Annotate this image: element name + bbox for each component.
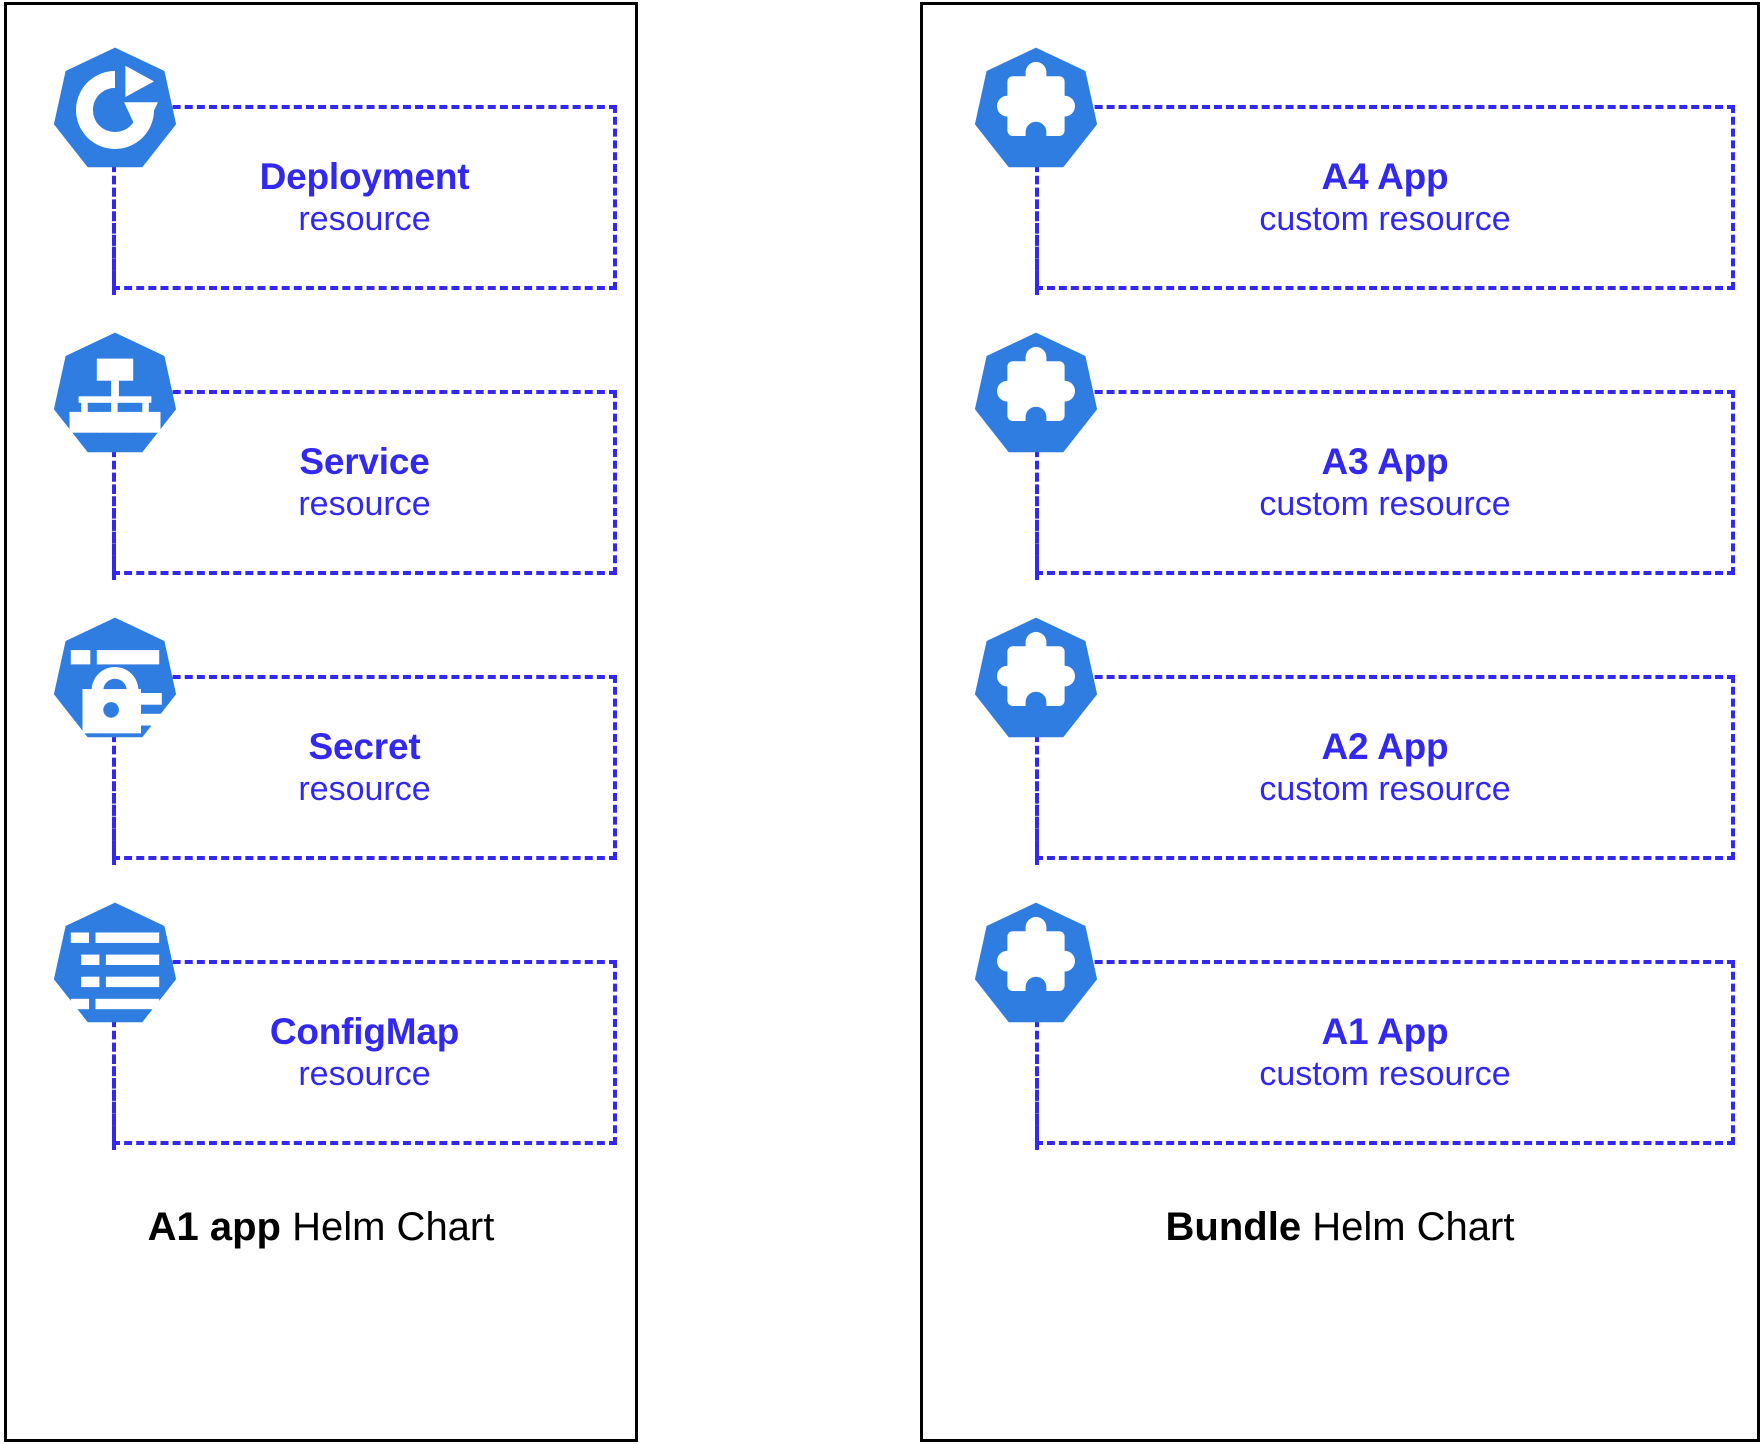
resource-title: A3 App xyxy=(1321,441,1449,483)
helm-chart-panel-bundle: A4 App custom resource A3 App custom res… xyxy=(920,2,1760,1442)
resource-row-a1-app: A1 App custom resource xyxy=(923,860,1757,1150)
resource-row-a4-app: A4 App custom resource xyxy=(923,5,1757,295)
resource-row-service: Service resource xyxy=(7,290,635,580)
resource-subtitle: custom resource xyxy=(1259,769,1511,808)
resource-title: A4 App xyxy=(1321,156,1449,198)
custom-resource-puzzle-icon xyxy=(971,330,1101,460)
resource-subtitle: custom resource xyxy=(1259,484,1511,523)
resource-subtitle: resource xyxy=(298,1054,431,1093)
panel-caption-rest: Helm Chart xyxy=(1301,1205,1515,1249)
custom-resource-puzzle-icon xyxy=(971,900,1101,1030)
diagram-canvas: Deployment resource Service resource Sec… xyxy=(0,0,1764,1444)
panel-caption-a1-app: A1 app Helm Chart xyxy=(7,1205,635,1250)
service-icon xyxy=(50,330,180,460)
panel-caption-bold: Bundle xyxy=(1165,1205,1302,1249)
custom-resource-puzzle-icon xyxy=(971,45,1101,175)
resource-subtitle: custom resource xyxy=(1259,199,1511,238)
resource-row-deployment: Deployment resource xyxy=(7,5,635,295)
resource-title: A2 App xyxy=(1321,726,1449,768)
resource-subtitle: resource xyxy=(298,769,431,808)
resource-box-a4-app: A4 App custom resource xyxy=(1035,105,1735,290)
resource-box-service: Service resource xyxy=(112,390,617,575)
resource-box-a3-app: A3 App custom resource xyxy=(1035,390,1735,575)
resource-box-a2-app: A2 App custom resource xyxy=(1035,675,1735,860)
resource-box-deployment: Deployment resource xyxy=(112,105,617,290)
resource-title: Secret xyxy=(308,726,421,768)
resource-title: Deployment xyxy=(259,156,470,198)
resource-row-a2-app: A2 App custom resource xyxy=(923,575,1757,865)
panel-caption-rest: Helm Chart xyxy=(280,1205,495,1249)
configmap-icon xyxy=(50,900,180,1030)
resource-subtitle: resource xyxy=(298,484,431,523)
panel-caption-bold: A1 app xyxy=(147,1205,281,1249)
resource-title: ConfigMap xyxy=(269,1011,460,1053)
resource-subtitle: custom resource xyxy=(1259,1054,1511,1093)
resource-row-secret: Secret resource xyxy=(7,575,635,865)
deployment-icon xyxy=(50,45,180,175)
custom-resource-puzzle-icon xyxy=(971,615,1101,745)
resource-subtitle: resource xyxy=(298,199,431,238)
resource-box-configmap: ConfigMap resource xyxy=(112,960,617,1145)
resource-box-a1-app: A1 App custom resource xyxy=(1035,960,1735,1145)
panel-caption-bundle: Bundle Helm Chart xyxy=(923,1205,1757,1250)
resource-row-a3-app: A3 App custom resource xyxy=(923,290,1757,580)
resource-title: A1 App xyxy=(1321,1011,1449,1053)
helm-chart-panel-a1-app: Deployment resource Service resource Sec… xyxy=(4,2,638,1442)
resource-title: Service xyxy=(299,441,430,483)
secret-icon xyxy=(50,615,180,745)
resource-row-configmap: ConfigMap resource xyxy=(7,860,635,1150)
resource-box-secret: Secret resource xyxy=(112,675,617,860)
